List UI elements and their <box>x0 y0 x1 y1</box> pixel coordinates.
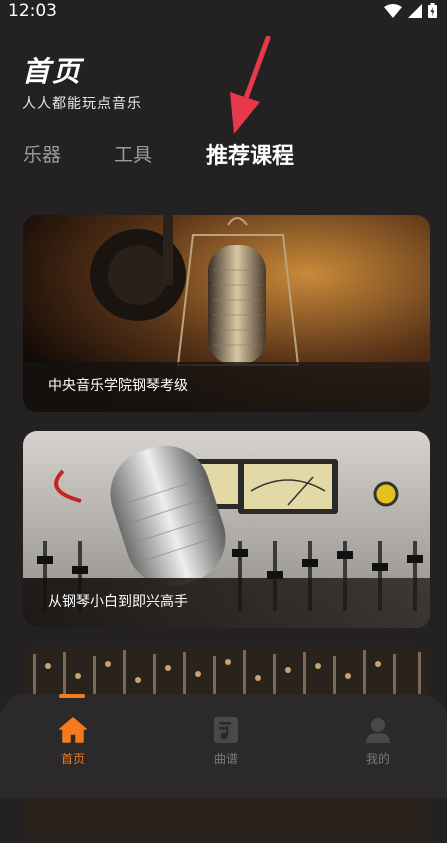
nav-profile[interactable]: 我的 <box>348 716 408 767</box>
nav-sheet-music[interactable]: 曲谱 <box>196 716 256 767</box>
course-card[interactable]: 从钢琴小白到即兴高手 <box>23 431 430 628</box>
page-title: 首页 <box>22 55 83 88</box>
wifi-icon <box>384 3 402 18</box>
tab-recommended-courses[interactable]: 推荐课程 <box>206 138 294 170</box>
tab-instruments[interactable]: 乐器 <box>23 140 61 167</box>
status-bar: 12:03 <box>0 0 447 24</box>
status-time: 12:03 <box>8 1 57 21</box>
nav-sheet-music-label: 曲谱 <box>213 752 238 766</box>
active-tab-indicator <box>59 694 85 698</box>
sheet-music-icon <box>214 717 238 743</box>
course-caption: 从钢琴小白到即兴高手 <box>23 578 430 628</box>
page-subtitle: 人人都能玩点音乐 <box>22 96 142 112</box>
nav-home[interactable]: 首页 <box>43 716 103 767</box>
status-icons <box>384 3 437 18</box>
profile-icon <box>366 718 390 743</box>
course-card[interactable]: 中央音乐学院钢琴考级 <box>23 215 430 412</box>
home-icon <box>59 717 87 743</box>
nav-profile-label: 我的 <box>365 752 390 766</box>
course-caption: 中央音乐学院钢琴考级 <box>23 362 430 412</box>
battery-icon <box>428 3 437 18</box>
annotation-arrow <box>230 36 271 134</box>
course-title: 中央音乐学院钢琴考级 <box>48 378 188 394</box>
category-tabs: 乐器 工具 推荐课程 <box>0 140 447 170</box>
course-title: 从钢琴小白到即兴高手 <box>48 594 188 610</box>
signal-icon <box>408 3 422 18</box>
nav-home-label: 首页 <box>60 752 85 766</box>
tab-tools[interactable]: 工具 <box>114 140 152 167</box>
bottom-navigation: 首页 曲谱 我的 <box>0 694 447 798</box>
